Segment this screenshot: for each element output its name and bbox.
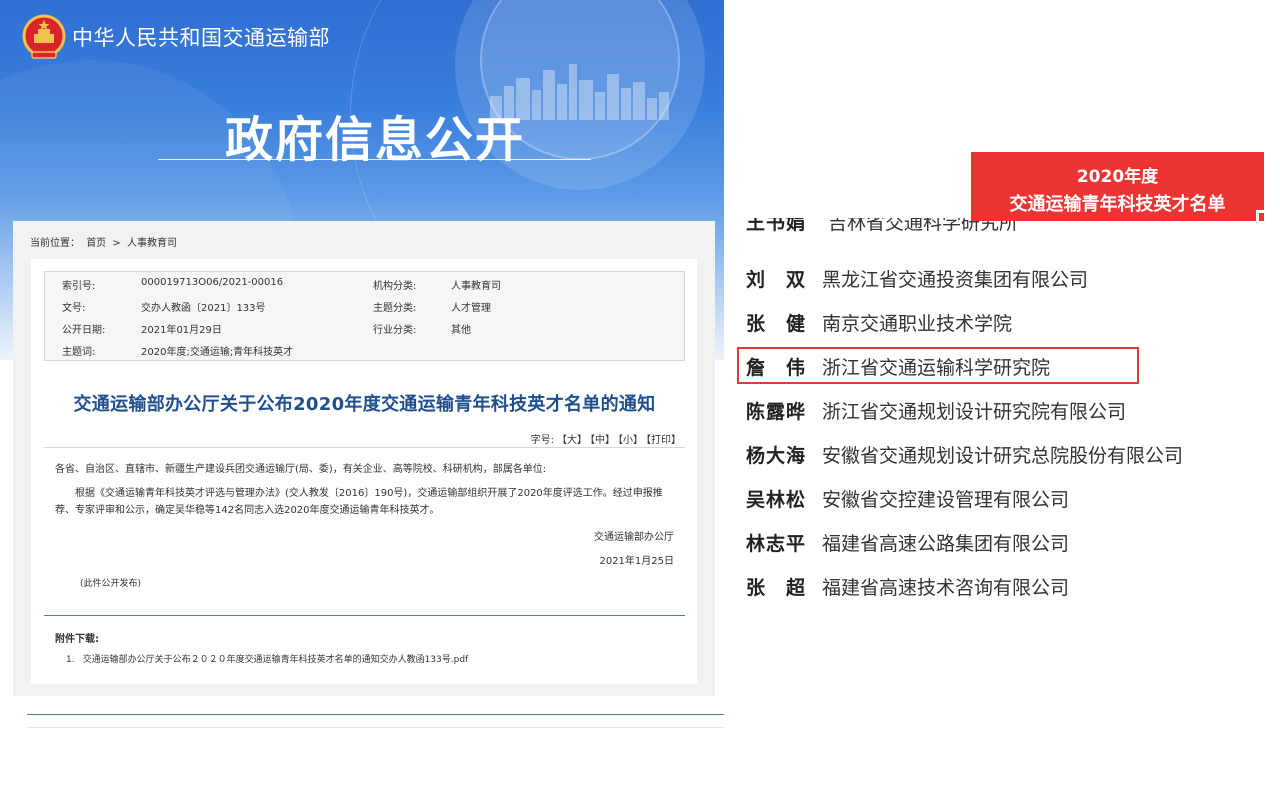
salutation-text: 各省、自治区、直辖市、新疆生产建设兵团交通运输厅(局、委)，有关企业、高等院校、… [55,464,547,475]
title-underline [158,159,591,160]
breadcrumb-separator: > [112,238,121,249]
attachment-divider [44,615,685,616]
person-name: 王书娟 [746,218,807,234]
org-category-label: 机构分类: [373,281,417,292]
topic-category-label: 主题分类: [373,303,417,314]
public-note: (此件公开发布) [80,579,142,589]
gov-info-page: 中华人民共和国交通运输部 政府信息公开 当前位置： 首页 > 人事教育司 索引号… [0,0,724,800]
doc-number-label: 文号: [62,303,86,314]
breadcrumb-label: 当前位置： [30,238,80,249]
person-name: 张 健 [746,313,807,335]
person-name: 杨大海 [746,445,807,467]
attachment-heading: 附件下载: [55,634,99,645]
font-size-label: 字号: [530,435,554,446]
organization-name: 福建省高速公路集团有限公司 [822,533,1070,555]
subject-words-label: 主题词: [62,347,96,358]
organization-name: 南京交通职业技术学院 [822,313,1013,335]
subject-words-value: 2020年度;交通运输;青年科技英才 [141,347,294,358]
metadata-table: 索引号: 000019713O06/2021-00016 机构分类: 人事教育司… [44,271,685,361]
organization-name: 福建省高速技术咨询有限公司 [822,577,1070,599]
index-label: 索引号: [62,281,96,292]
person-name: 陈露晔 [746,401,807,423]
industry-category-label: 行业分类: [373,325,417,336]
print-button[interactable]: 【打印】 [646,435,681,446]
signature-date: 2021年1月25日 [599,556,674,567]
person-name: 林志平 [746,533,807,555]
publish-date-label: 公开日期: [62,325,106,336]
title-divider [44,447,685,448]
attachment-filename[interactable]: 交通运输部办公厅关于公布２０２０年度交通运输青年科技英才名单的通知交办人教函13… [83,655,469,665]
font-small-button[interactable]: 【小】 [618,435,643,446]
footer-divider [27,714,724,715]
document-title: 交通运输部办公厅关于公布2020年度交通运输青年科技英才名单的通知 [73,394,656,415]
banner-title: 交通运输青年科技英才名单 [1009,194,1226,215]
footer-divider-light [27,727,724,728]
organization-name: 浙江省交通规划设计研究院有限公司 [822,401,1127,423]
ministry-name: 中华人民共和国交通运输部 [72,26,330,50]
breadcrumb-current-link[interactable]: 人事教育司 [127,238,177,249]
signature-org: 交通运输部办公厅 [594,532,674,543]
banner-corner-mark [1256,210,1264,221]
highlight-box [737,347,1139,384]
font-large-button[interactable]: 【大】 [557,435,587,446]
org-category-value: 人事教育司 [451,281,501,292]
organization-name: 安徽省交控建设管理有限公司 [822,489,1070,511]
banner-year: 2020年度 [1076,167,1159,187]
list-title-banner: 2020年度 交通运输青年科技英才名单 [971,152,1264,221]
font-medium-button[interactable]: 【中】 [590,435,615,446]
attachment-link[interactable]: 1. 交通运输部办公厅关于公布２０２０年度交通运输青年科技英才名单的通知交办人教函… [66,652,468,665]
organization-name: 黑龙江省交通投资集团有限公司 [822,269,1089,291]
industry-category-value: 其他 [451,325,471,336]
person-name: 张 超 [746,577,807,599]
metadata-row: 公开日期: 2021年01月29日 行业分类: 其他 [45,321,684,341]
body-paragraph: 根据《交通运输青年科技英才评选与管理办法》(交人教发〔2016〕190号)，交通… [55,488,663,516]
organization-name: 安徽省交通规划设计研究总院股份有限公司 [822,445,1184,467]
breadcrumb-home-link[interactable]: 首页 [86,238,106,249]
person-name: 吴林松 [746,489,807,511]
doc-number-value: 交办人教函〔2021〕133号 [141,303,266,314]
font-size-controls: 字号: 【大】 【中】 【小】 【打印】 [528,431,681,446]
metadata-row: 索引号: 000019713O06/2021-00016 机构分类: 人事教育司 [45,277,684,297]
list-item-partial: 王书娟 吉林省交通科学研究所 [746,218,1046,240]
metadata-row: 文号: 交办人教函〔2021〕133号 主题分类: 人才管理 [45,299,684,319]
person-name: 刘 双 [746,269,807,291]
metadata-row: 主题词: 2020年度;交通运输;青年科技英才 [45,343,684,363]
attachment-number: 1. [66,655,75,665]
talent-list-panel: 王书娟 吉林省交通科学研究所 2020年度 交通运输青年科技英才名单 刘 双 黑龙… [724,0,1280,800]
national-emblem-icon [22,14,66,59]
publish-date-value: 2021年01月29日 [141,325,222,336]
index-value: 000019713O06/2021-00016 [141,277,284,288]
topic-category-value: 人才管理 [451,303,491,314]
breadcrumb: 当前位置： 首页 > 人事教育司 [30,234,180,249]
